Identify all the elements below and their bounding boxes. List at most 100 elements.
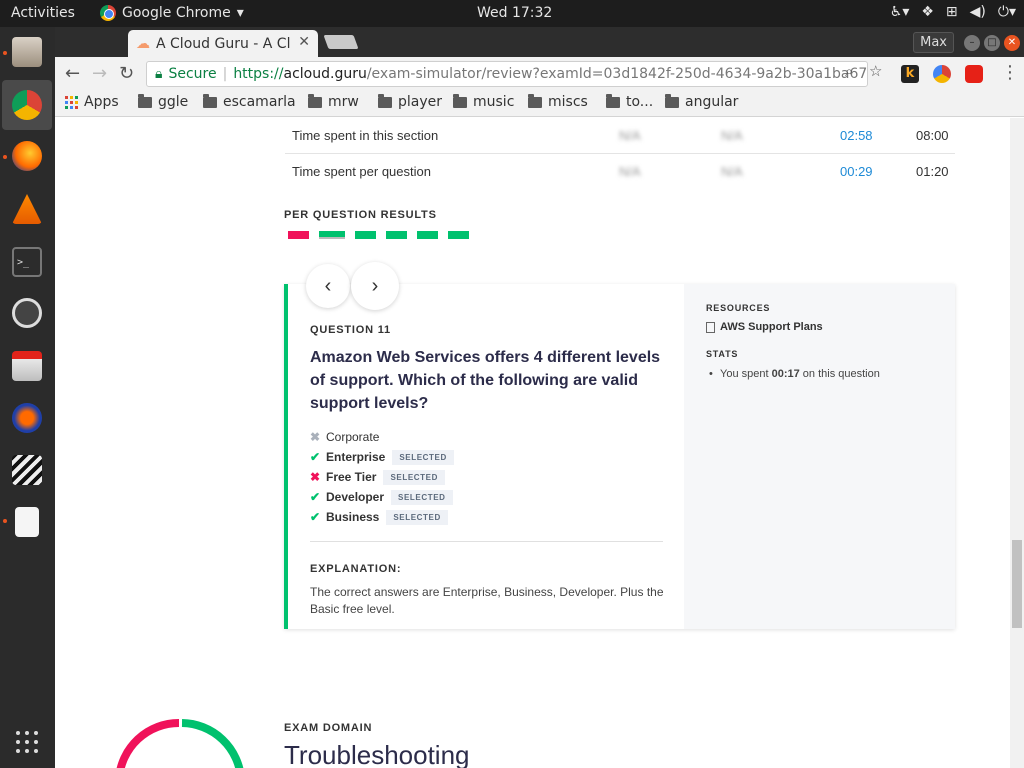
browser-toolbar: ← → ↻ 🔒︎ Secure | https:// acloud.guru /… (55, 57, 1024, 91)
answer-label: Free Tier (326, 470, 377, 484)
url-path: /exam-simulator/review?examId=03d1842f-2… (366, 66, 868, 82)
bookmark-label: player (398, 94, 443, 110)
question-result-5[interactable] (417, 231, 438, 239)
terminal-icon[interactable]: >_ (8, 243, 46, 281)
answer-label: Corporate (326, 430, 380, 444)
chrome-icon[interactable] (2, 80, 52, 130)
dropbox-icon[interactable]: ❖ (921, 4, 934, 20)
forward-icon[interactable]: → (92, 63, 107, 84)
minimize-icon[interactable]: – (964, 34, 980, 51)
url-host: acloud.guru (283, 66, 367, 82)
explanation-heading: EXPLANATION: (310, 563, 402, 575)
folder-icon (203, 93, 217, 108)
bookmark-folder[interactable]: ggle (138, 93, 189, 110)
bookmark-folder[interactable]: to... (606, 93, 654, 110)
selected-badge: SELECTED (383, 469, 445, 485)
question-result-6[interactable] (448, 231, 469, 239)
address-bar[interactable]: 🔒︎ Secure | https:// acloud.guru /exam-s… (146, 61, 868, 87)
system-tray[interactable]: ♿▾ ❖ ⊞ ◀) ⏻▾ (890, 4, 1016, 20)
resources-heading: RESOURCES (706, 303, 771, 313)
bookmark-folder[interactable]: player (378, 93, 443, 110)
install-icon[interactable] (8, 347, 46, 385)
answer-option: ✖ Corporate (310, 427, 665, 447)
clock[interactable]: Wed 17:32 (477, 5, 552, 21)
document-icon[interactable] (8, 503, 46, 541)
chrome-icon (100, 5, 116, 21)
cloud-favicon-icon: ☁ (136, 35, 150, 52)
activities-button[interactable]: Activities (11, 5, 75, 21)
summary-row: Time spent per question N/A N/A 00:29 01… (285, 154, 955, 190)
question-result-1[interactable] (288, 231, 309, 239)
close-tab-icon[interactable]: ✕ (298, 34, 310, 50)
apps-grid-icon (65, 95, 78, 109)
bookmarks-bar: Apps ggle escamarla mrw player music mis… (55, 91, 1024, 117)
check-icon: ✔ (310, 450, 321, 464)
power-icon[interactable]: ⏻▾ (998, 4, 1016, 20)
network-icon[interactable]: ⊞ (946, 4, 958, 20)
chevron-right-icon: › (371, 274, 379, 297)
max-label: Max (913, 32, 954, 53)
maximize-icon[interactable]: □ (984, 34, 1000, 51)
extension-icon[interactable] (933, 65, 951, 83)
folder-icon (528, 93, 542, 108)
new-tab-button[interactable] (323, 35, 359, 49)
bookmark-folder[interactable]: escamarla (203, 93, 296, 110)
app-menu[interactable]: Google Chrome ▾ (100, 5, 244, 21)
separator: | (222, 66, 228, 82)
menu-icon[interactable]: ⋮ (1001, 62, 1019, 83)
bookmark-apps[interactable]: Apps (65, 94, 119, 110)
bookmark-label: ggle (158, 94, 189, 110)
previous-question-button[interactable]: ‹ (306, 264, 350, 308)
question-card: QUESTION 11 Amazon Web Services offers 4… (284, 284, 955, 629)
question-number: QUESTION 11 (310, 324, 391, 336)
back-icon[interactable]: ← (65, 63, 80, 84)
audacity-icon[interactable] (8, 399, 46, 437)
scrollbar-thumb[interactable] (1012, 540, 1022, 628)
row-label: Time spent per question (292, 164, 431, 179)
bookmark-folder[interactable]: mrw (308, 93, 359, 110)
answer-option: ✔ Business SELECTED (310, 507, 665, 527)
folder-icon (378, 93, 392, 108)
close-window-icon[interactable]: ✕ (1004, 34, 1020, 51)
row-value: 00:29 (840, 164, 873, 179)
question-result-4[interactable] (386, 231, 407, 239)
video-editor-icon[interactable] (8, 451, 46, 489)
stats-heading: STATS (706, 349, 739, 359)
accessibility-icon[interactable]: ♿▾ (890, 4, 910, 20)
bookmark-star-icon[interactable]: ☆ (869, 62, 882, 80)
software-updater-icon[interactable] (8, 294, 46, 332)
bookmark-label: to... (626, 94, 654, 110)
k-extension-icon[interactable]: k (901, 65, 919, 83)
show-apps-icon[interactable] (8, 723, 46, 761)
folder-icon (453, 93, 467, 108)
vlc-icon[interactable] (8, 190, 46, 228)
question-result-2[interactable] (319, 231, 345, 239)
answer-label: Developer (326, 490, 385, 504)
tab-active[interactable]: ☁ A Cloud Guru - A Cl ✕ (128, 30, 318, 57)
bookmark-folder[interactable]: angular (665, 93, 738, 110)
zoom-search-icon[interactable]: ⌕ (845, 62, 853, 80)
tab-title: A Cloud Guru - A Cl (156, 35, 291, 52)
bookmark-folder[interactable]: miscs (528, 93, 588, 110)
question-text: Amazon Web Services offers 4 different l… (310, 349, 661, 412)
page-scrollbar[interactable] (1010, 118, 1024, 768)
answer-label: Enterprise (326, 450, 386, 464)
row-value-blurred: N/A (721, 164, 743, 179)
files-icon[interactable] (8, 33, 46, 71)
caret-down-icon: ▾ (236, 5, 244, 21)
reload-icon[interactable]: ↻ (119, 63, 134, 84)
selected-badge: SELECTED (392, 449, 454, 465)
resource-link[interactable]: AWS Support Plans (706, 321, 823, 333)
youtube-extension-icon[interactable] (965, 65, 983, 83)
check-icon: ✔ (310, 490, 321, 504)
next-question-button[interactable]: › (351, 262, 399, 310)
firefox-icon[interactable] (8, 137, 46, 175)
running-indicator (3, 155, 7, 159)
divider (310, 541, 663, 542)
donut-correct-arc (181, 719, 244, 768)
page-content: Time spent in this section N/A N/A 02:58… (55, 118, 1024, 768)
bookmark-folder[interactable]: music (453, 93, 514, 110)
question-result-3[interactable] (355, 231, 376, 239)
volume-icon[interactable]: ◀) (970, 4, 986, 20)
cross-icon: ✖ (310, 470, 321, 484)
